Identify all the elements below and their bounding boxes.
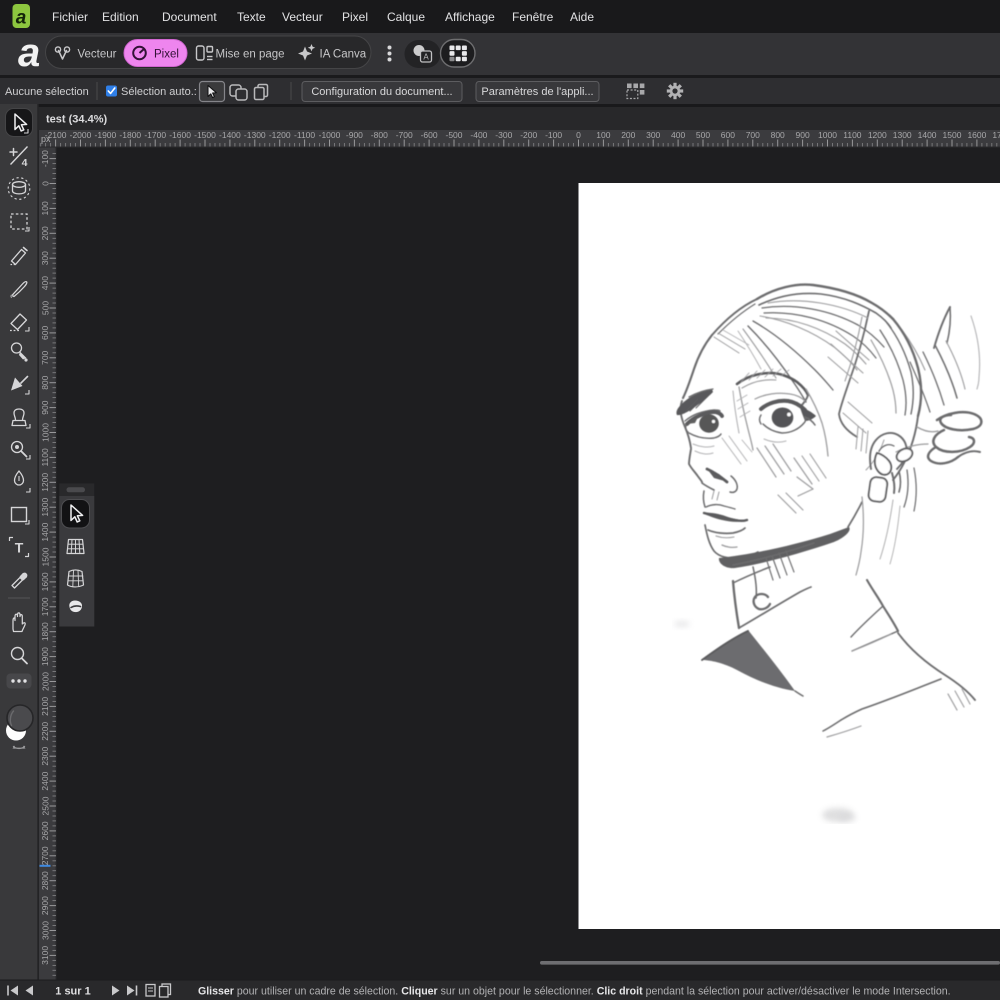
svg-text:200: 200 [621, 130, 635, 140]
svg-text:0: 0 [576, 130, 581, 140]
svg-text:1000: 1000 [818, 130, 837, 140]
svg-text:Vecteur: Vecteur [78, 49, 117, 61]
svg-text:-300: -300 [495, 130, 512, 140]
svg-text:Pixel: Pixel [342, 10, 368, 24]
svg-text:100: 100 [40, 201, 50, 215]
svg-text:600: 600 [721, 130, 735, 140]
svg-text:-100: -100 [545, 130, 562, 140]
svg-text:Affichage: Affichage [445, 10, 495, 24]
svg-text:Sélection auto.:: Sélection auto.: [121, 86, 197, 98]
svg-text:2100: 2100 [40, 697, 50, 716]
svg-text:-1900: -1900 [95, 130, 117, 140]
svg-text:800: 800 [40, 375, 50, 389]
svg-text:Calque: Calque [387, 10, 425, 24]
svg-text:3000: 3000 [40, 921, 50, 940]
svg-text:1900: 1900 [40, 647, 50, 666]
svg-text:1500: 1500 [943, 130, 962, 140]
svg-text:1100: 1100 [40, 448, 50, 467]
svg-text:2700: 2700 [40, 846, 50, 865]
svg-text:Configuration du document...: Configuration du document... [311, 86, 452, 98]
svg-text:1200: 1200 [40, 473, 50, 492]
svg-text:1000: 1000 [40, 423, 50, 442]
svg-text:900: 900 [40, 400, 50, 414]
svg-text:-1300: -1300 [244, 130, 266, 140]
svg-text:400: 400 [40, 276, 50, 290]
svg-text:Aide: Aide [570, 10, 594, 24]
svg-text:500: 500 [40, 301, 50, 315]
svg-text:Mise en page: Mise en page [216, 49, 285, 61]
svg-text:1600: 1600 [967, 130, 986, 140]
svg-text:T: T [15, 540, 24, 556]
svg-text:1600: 1600 [40, 572, 50, 591]
svg-text:-1400: -1400 [219, 130, 241, 140]
svg-text:2300: 2300 [40, 746, 50, 765]
svg-text:-1000: -1000 [319, 130, 341, 140]
svg-text:-1100: -1100 [294, 130, 315, 140]
svg-text:1700: 1700 [992, 130, 1000, 140]
svg-text:A: A [423, 53, 429, 62]
svg-text:-1200: -1200 [269, 130, 291, 140]
svg-text:4: 4 [22, 157, 28, 169]
svg-text:2500: 2500 [40, 796, 50, 815]
svg-text:-100: -100 [40, 150, 50, 167]
svg-text:-900: -900 [346, 130, 363, 140]
svg-text:Vecteur: Vecteur [282, 10, 323, 24]
svg-text:Fenêtre: Fenêtre [512, 10, 554, 24]
svg-text:-1800: -1800 [119, 130, 141, 140]
svg-text:1500: 1500 [40, 547, 50, 566]
svg-text:700: 700 [40, 350, 50, 364]
svg-text:1 sur 1: 1 sur 1 [55, 986, 90, 998]
svg-text:-600: -600 [421, 130, 438, 140]
svg-text:700: 700 [746, 130, 760, 140]
svg-text:100: 100 [596, 130, 610, 140]
svg-text:a: a [18, 31, 40, 75]
svg-text:2200: 2200 [40, 722, 50, 741]
svg-text:2600: 2600 [40, 821, 50, 840]
svg-text:Texte: Texte [237, 10, 266, 24]
svg-text:900: 900 [796, 130, 810, 140]
svg-text:500: 500 [696, 130, 710, 140]
svg-text:1300: 1300 [893, 130, 912, 140]
svg-text:1300: 1300 [40, 497, 50, 516]
svg-text:2000: 2000 [40, 672, 50, 691]
svg-text:test (34.4%): test (34.4%) [46, 114, 107, 126]
svg-text:IA Canva: IA Canva [320, 49, 367, 61]
svg-text:-2000: -2000 [70, 130, 92, 140]
svg-text:-700: -700 [396, 130, 413, 140]
svg-text:-200: -200 [520, 130, 537, 140]
svg-text:200: 200 [40, 226, 50, 240]
svg-text:-1500: -1500 [194, 130, 216, 140]
svg-text:2400: 2400 [40, 771, 50, 790]
svg-text:Pixel: Pixel [154, 49, 179, 61]
svg-text:600: 600 [40, 326, 50, 340]
svg-text:Edition: Edition [102, 10, 139, 24]
svg-text:300: 300 [40, 251, 50, 265]
svg-text:400: 400 [671, 130, 685, 140]
svg-text:1400: 1400 [918, 130, 937, 140]
svg-text:-1700: -1700 [144, 130, 166, 140]
svg-text:Aucune sélection: Aucune sélection [5, 86, 89, 98]
svg-text:3100: 3100 [40, 946, 50, 965]
svg-text:800: 800 [771, 130, 785, 140]
svg-text:-500: -500 [445, 130, 462, 140]
svg-text:-1600: -1600 [169, 130, 191, 140]
svg-text:Document: Document [162, 10, 217, 24]
svg-text:1200: 1200 [868, 130, 887, 140]
svg-text:Glisser pour utiliser un cadre: Glisser pour utiliser un cadre de sélect… [198, 986, 951, 998]
svg-text:Paramètres de l'appli...: Paramètres de l'appli... [481, 86, 593, 98]
svg-text:a: a [16, 8, 27, 29]
svg-text:300: 300 [646, 130, 660, 140]
svg-text:-400: -400 [470, 130, 487, 140]
svg-text:0: 0 [40, 181, 50, 186]
svg-text:2800: 2800 [40, 871, 50, 890]
svg-text:px: px [41, 134, 51, 144]
svg-text:1700: 1700 [40, 597, 50, 616]
svg-text:-800: -800 [371, 130, 388, 140]
svg-text:1800: 1800 [40, 622, 50, 641]
svg-text:1100: 1100 [843, 130, 862, 140]
svg-text:Fichier: Fichier [52, 10, 88, 24]
svg-text:1400: 1400 [40, 522, 50, 541]
svg-text:2900: 2900 [40, 896, 50, 915]
